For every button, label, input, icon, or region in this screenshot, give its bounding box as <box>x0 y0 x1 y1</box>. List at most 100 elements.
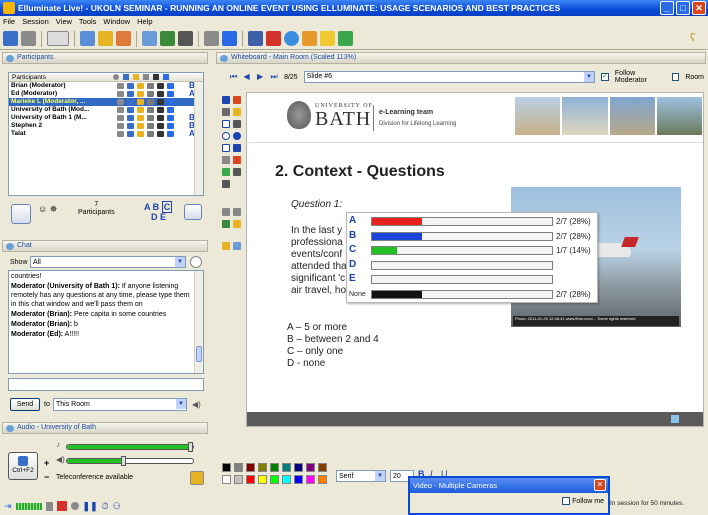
font-select[interactable]: Serif ▼ <box>336 470 386 482</box>
folder-icon[interactable] <box>98 31 113 46</box>
color-swatch[interactable] <box>234 475 243 484</box>
chat-scrollbar[interactable] <box>194 271 203 373</box>
redo-icon[interactable] <box>233 220 241 228</box>
globe-icon[interactable] <box>284 31 299 46</box>
participant-row[interactable]: Brian (Moderator) B <box>9 82 203 90</box>
record-icon[interactable] <box>266 31 281 46</box>
text-tool-icon[interactable] <box>222 120 230 128</box>
menu-view[interactable]: View <box>56 16 72 28</box>
color-swatch[interactable] <box>222 463 231 472</box>
chat-recipient-select[interactable]: This Room ▼ <box>53 398 187 411</box>
menu-file[interactable]: File <box>3 16 15 28</box>
emoticons-icon[interactable]: ☺ ✵ <box>38 204 57 215</box>
send-button[interactable]: Send <box>10 398 40 411</box>
zoom-icon[interactable] <box>222 208 230 216</box>
arrow-line-icon[interactable] <box>233 156 241 164</box>
pause-icon[interactable]: ❚❚ <box>83 501 98 512</box>
participant-row[interactable]: Talat A <box>9 130 203 138</box>
color-swatch[interactable] <box>246 475 255 484</box>
maximize-button[interactable]: □ <box>676 1 690 15</box>
polling-answers[interactable]: A B C D E <box>144 201 173 222</box>
color-swatch[interactable] <box>258 475 267 484</box>
whiteboard-icon[interactable] <box>142 31 157 46</box>
show-filter-select[interactable]: All ▼ <box>30 256 186 268</box>
participant-row[interactable]: Stephen 2B <box>9 122 203 130</box>
eraser-icon[interactable] <box>233 96 241 104</box>
chat-input[interactable] <box>8 378 204 391</box>
last-slide-icon[interactable]: ⏭ <box>271 73 279 81</box>
notes-icon[interactable] <box>320 31 335 46</box>
color-swatch[interactable] <box>294 475 303 484</box>
print-icon[interactable] <box>21 31 36 46</box>
screen-icon[interactable] <box>233 242 241 250</box>
record-status-icon[interactable] <box>56 501 67 511</box>
color-swatch[interactable] <box>222 475 231 484</box>
layout-icon[interactable] <box>47 31 69 46</box>
speaker-volume-slider[interactable] <box>66 456 194 466</box>
minimize-button[interactable]: _ <box>660 1 674 15</box>
raise-hand-button[interactable] <box>11 204 31 224</box>
screen-capture-icon[interactable] <box>222 180 230 188</box>
fit-icon[interactable] <box>233 208 241 216</box>
highlighter-icon[interactable] <box>233 108 241 116</box>
color-swatch[interactable] <box>270 475 279 484</box>
microphone-volume-slider[interactable] <box>66 442 194 452</box>
pen-icon[interactable] <box>222 108 230 116</box>
color-swatch[interactable] <box>318 463 327 472</box>
color-swatch[interactable] <box>318 475 327 484</box>
video-window-title[interactable]: Video - Multiple Cameras ✕ <box>410 478 608 493</box>
color-swatch[interactable] <box>294 463 303 472</box>
help-icon[interactable]: ʕ <box>690 32 702 46</box>
undo-icon[interactable] <box>222 220 230 228</box>
rectangle-icon[interactable] <box>222 144 230 152</box>
filled-ellipse-icon[interactable] <box>233 132 241 140</box>
stopwatch-icon[interactable]: ⏱ <box>102 501 109 512</box>
participants-scrollbar[interactable] <box>194 82 203 195</box>
color-swatch[interactable] <box>306 463 315 472</box>
web-tour-icon[interactable] <box>178 31 193 46</box>
text-box-icon[interactable] <box>233 120 241 128</box>
tools-icon[interactable] <box>116 31 131 46</box>
save-icon[interactable] <box>3 31 18 46</box>
menu-session[interactable]: Session <box>22 16 49 28</box>
color-swatch[interactable] <box>282 475 291 484</box>
app-share-icon[interactable] <box>160 31 175 46</box>
timer-icon[interactable] <box>302 31 317 46</box>
slide-select[interactable]: Slide #6 ▼ <box>303 71 596 83</box>
color-swatch[interactable] <box>234 463 243 472</box>
clipart-icon[interactable] <box>233 168 241 176</box>
participants-column-header[interactable]: Participants <box>9 73 203 82</box>
participant-row[interactable]: University of Bath (Mod... <box>9 106 203 114</box>
menu-window[interactable]: Window <box>103 16 130 28</box>
color-swatch[interactable] <box>306 475 315 484</box>
load-plan-icon[interactable] <box>222 31 237 46</box>
add-icon[interactable] <box>338 31 353 46</box>
pointer-icon[interactable] <box>222 96 230 104</box>
follow-me-checkbox[interactable] <box>562 497 571 505</box>
color-swatch[interactable] <box>246 463 255 472</box>
previous-slide-icon[interactable]: ◀ <box>244 73 252 81</box>
color-swatch[interactable] <box>282 463 291 472</box>
follow-moderator-checkbox[interactable]: ✓ <box>601 73 609 81</box>
room-checkbox[interactable] <box>671 73 680 81</box>
talk-button[interactable]: Ctrl+F2 <box>8 452 38 480</box>
next-slide-icon[interactable]: ▶ <box>257 73 265 81</box>
ellipse-icon[interactable] <box>222 132 230 140</box>
file-transfer-icon[interactable] <box>204 31 219 46</box>
participant-row[interactable]: University of Bath 1 (M... B <box>9 114 203 122</box>
camera-icon[interactable] <box>248 31 263 46</box>
menu-help[interactable]: Help <box>137 16 152 28</box>
close-button[interactable]: ✕ <box>692 1 706 15</box>
first-slide-icon[interactable]: ⏮ <box>230 73 238 81</box>
video-close-button[interactable]: ✕ <box>594 479 606 491</box>
menu-tools[interactable]: Tools <box>79 16 97 28</box>
participants-icon[interactable] <box>80 31 95 46</box>
color-swatch[interactable] <box>258 463 267 472</box>
clock-icon[interactable] <box>190 256 202 268</box>
speaker-icon[interactable]: ◀) <box>192 400 201 409</box>
line-icon[interactable] <box>222 156 230 164</box>
step-away-button[interactable] <box>184 204 202 220</box>
color-swatch[interactable] <box>270 463 279 472</box>
phone-icon[interactable] <box>190 471 204 485</box>
filled-rectangle-icon[interactable] <box>233 144 241 152</box>
